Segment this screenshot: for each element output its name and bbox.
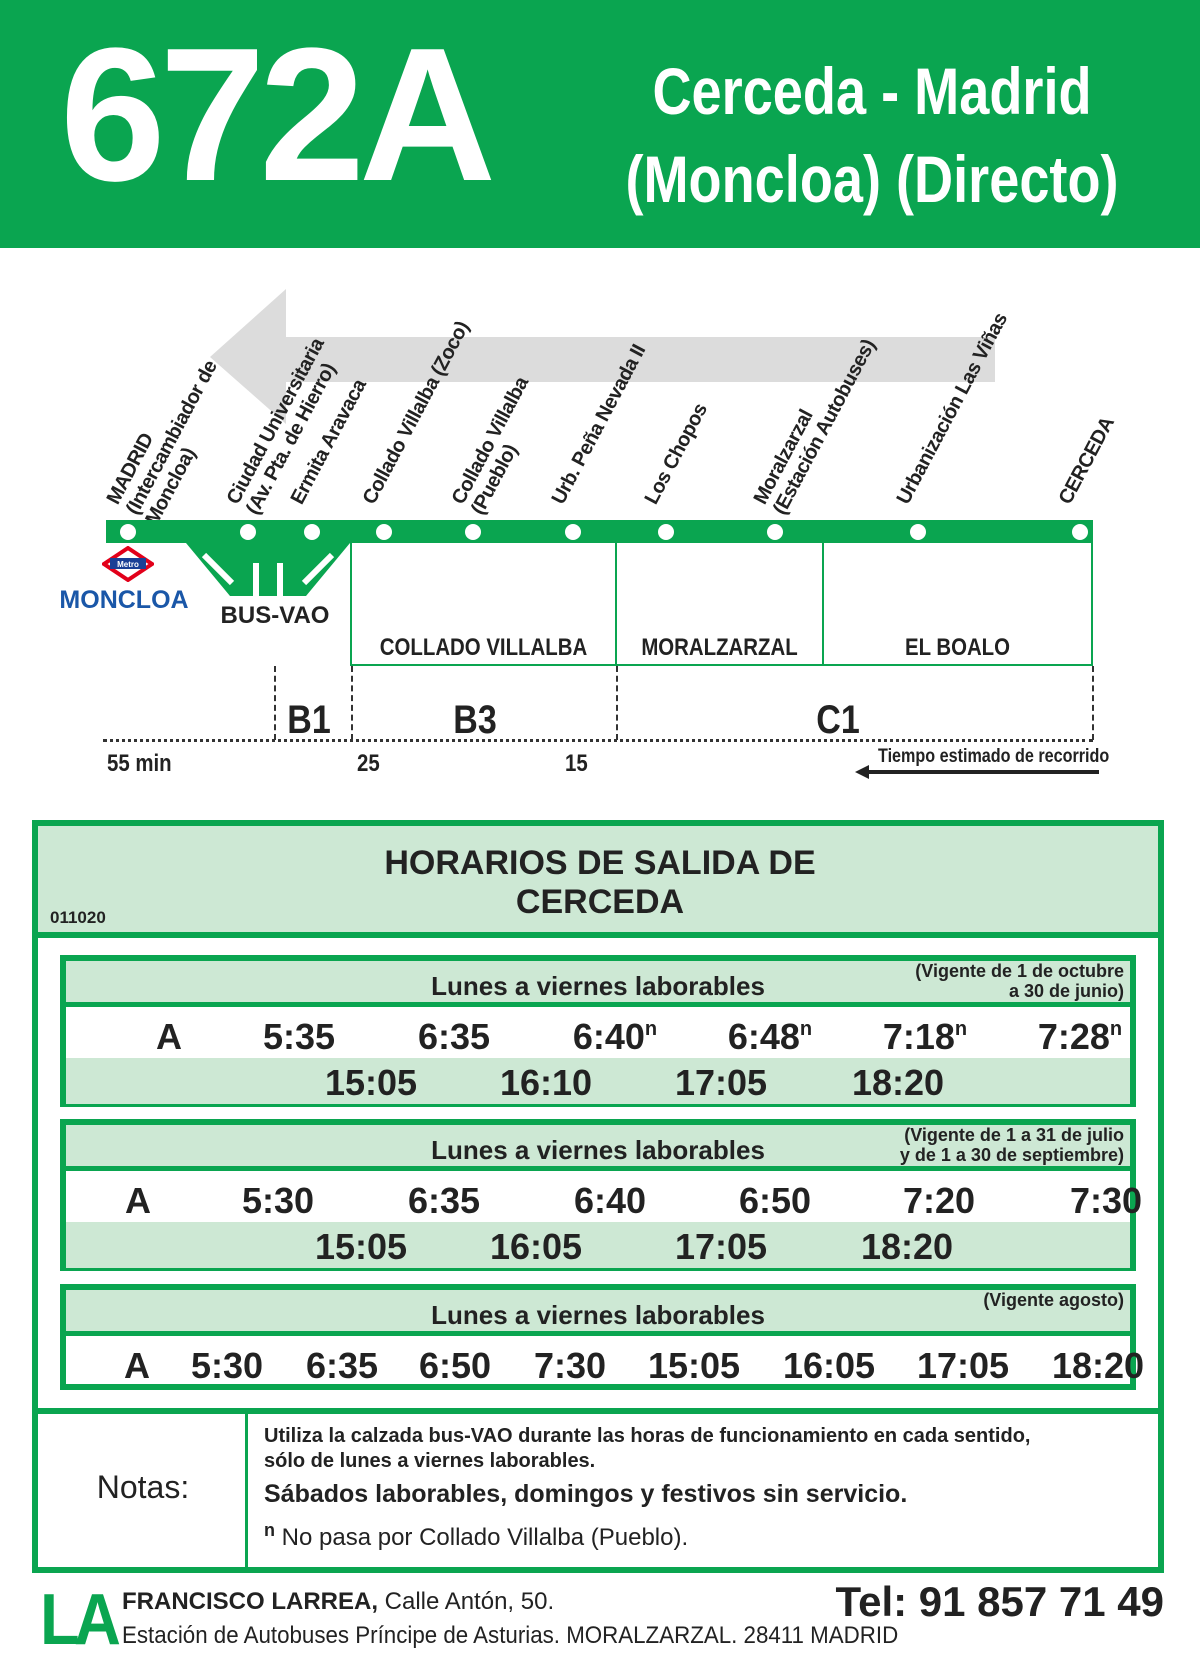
- route-number: 672A: [60, 9, 496, 221]
- metro-logo-icon: Metro: [102, 546, 154, 582]
- departure-time: 15:05: [314, 1226, 408, 1267]
- route-header: 672A Cerceda - Madrid (Moncloa) (Directo…: [0, 0, 1200, 248]
- route-title-line2: (Moncloa) (Directo): [625, 142, 1119, 216]
- arrow-left-icon: [855, 765, 1099, 779]
- stop-marker: [304, 524, 320, 540]
- departure-time: 7:28n: [1037, 1016, 1123, 1057]
- section-header: Lunes a viernes laborables (Vigente de 1…: [66, 1125, 1130, 1171]
- svg-text:Metro: Metro: [117, 560, 139, 569]
- departure-time: 7:18n: [882, 1016, 968, 1057]
- departure-time: 5:30: [190, 1345, 264, 1386]
- schedule-title: HORARIOS DE SALIDA DE CERCEDA: [384, 844, 816, 921]
- service-letter: A: [125, 1180, 151, 1221]
- departure-time: 15:05: [324, 1062, 418, 1103]
- departure-time: 16:05: [782, 1345, 876, 1386]
- metro-station-label: MONCLOA: [59, 586, 189, 614]
- stop-marker: [120, 524, 136, 540]
- departure-time: 7:30: [1069, 1180, 1143, 1221]
- section-title: Lunes a viernes laborables: [431, 1300, 765, 1330]
- section-header: Lunes a viernes laborables (Vigente de 1…: [66, 961, 1130, 1007]
- departure-time: 17:05: [674, 1226, 768, 1267]
- fare-baseline: [103, 739, 1093, 742]
- departure-time: 6:48n: [727, 1016, 813, 1057]
- departure-time: 6:50: [418, 1345, 492, 1386]
- travel-time-villalba: 25: [357, 750, 380, 777]
- notes-footnote: n No pasa por Collado Villalba (Pueblo).: [264, 1520, 689, 1551]
- section-validity: (Vigente agosto): [983, 1290, 1124, 1310]
- fare-divider: [616, 666, 618, 740]
- phone-number[interactable]: Tel: 91 857 71 49: [836, 1578, 1164, 1626]
- zone-collado-villalba: COLLADO VILLALBA: [350, 543, 617, 666]
- times-row: A 5:30 6:35 6:40 6:50 7:20 7:30: [66, 1176, 1142, 1222]
- zone-el-boalo: EL BOALO: [822, 543, 1093, 666]
- notes-no-weekend-service: Sábados laborables, domingos y festivos …: [264, 1480, 908, 1508]
- departure-time: 16:10: [499, 1062, 593, 1103]
- departure-time: 6:35: [417, 1016, 491, 1057]
- fare-divider: [1092, 666, 1094, 740]
- notes-label: Notas:: [96, 1469, 190, 1505]
- stop-marker: [910, 524, 926, 540]
- times-row: 15:05 16:05 17:05 18:20: [66, 1222, 1130, 1268]
- company-address-line1: FRANCISCO LARREA, Calle Antón, 50.: [122, 1588, 555, 1615]
- notes-busvao: Utiliza la calzada bus-VAO durante las h…: [264, 1425, 1031, 1472]
- schedule-code: 011020: [50, 908, 106, 927]
- section-validity: (Vigente de 1 a 31 de julio y de 1 a 30 d…: [899, 1125, 1124, 1165]
- departure-time: 5:35: [262, 1016, 336, 1057]
- bus-vao-icon: [186, 543, 350, 599]
- section-validity: (Vigente de 1 de octubre a 30 de junio): [915, 961, 1124, 1001]
- company-logo: LA: [40, 1580, 121, 1660]
- departure-time: 16:05: [489, 1226, 583, 1267]
- zone-moralzarzal: MORALZARZAL: [615, 543, 824, 666]
- stop-marker: [767, 524, 783, 540]
- departure-time: 6:50: [738, 1180, 812, 1221]
- stop-marker: [465, 524, 481, 540]
- departure-time: 18:20: [851, 1062, 945, 1103]
- departure-time: 6:35: [305, 1345, 379, 1386]
- schedule-section: Lunes a viernes laborables (Vigente de 1…: [60, 1119, 1142, 1271]
- departure-time: 17:05: [916, 1345, 1010, 1386]
- company-address-line2: Estación de Autobuses Príncipe de Asturi…: [122, 1622, 899, 1649]
- stop-marker: [1072, 524, 1088, 540]
- stop-marker: [376, 524, 392, 540]
- stop-marker: [240, 524, 256, 540]
- service-letter: A: [156, 1016, 182, 1057]
- route-title-line1: Cerceda - Madrid: [652, 54, 1092, 128]
- departure-time: 6:40: [573, 1180, 647, 1221]
- departure-time: 5:30: [241, 1180, 315, 1221]
- schedule-header: HORARIOS DE SALIDA DE CERCEDA 011020: [38, 826, 1158, 938]
- fare-divider: [351, 666, 353, 740]
- times-row: A 5:30 6:35 6:50 7:30 15:05 16:05 17:05 18:20: [66, 1341, 1144, 1387]
- fare-zone-b1: B1: [287, 698, 331, 742]
- departure-time: 6:35: [407, 1180, 481, 1221]
- departure-time: 7:20: [902, 1180, 976, 1221]
- stop-marker: [658, 524, 674, 540]
- departure-time: 6:40n: [572, 1016, 658, 1057]
- times-row: 15:05 16:10 17:05 18:20: [66, 1058, 1130, 1104]
- departure-time: 18:20: [860, 1226, 954, 1267]
- times-row: A 5:35 6:35 6:40n 6:48n 7:18n 7:28n: [66, 1012, 1130, 1058]
- travel-time-madrid: 55 min: [107, 750, 172, 777]
- stop-marker: [565, 524, 581, 540]
- schedule-section: Lunes a viernes laborables (Vigente agos…: [60, 1284, 1144, 1390]
- bus-vao-label: BUS-VAO: [220, 602, 330, 629]
- travel-time-pena-nevada: 15: [565, 750, 588, 777]
- fare-zone-b3: B3: [453, 698, 497, 742]
- fare-divider: [274, 666, 276, 740]
- section-title: Lunes a viernes laborables: [431, 1135, 765, 1165]
- departure-time: 7:30: [533, 1345, 607, 1386]
- schedule-section: Lunes a viernes laborables (Vigente de 1…: [60, 955, 1136, 1107]
- schedule-panel: HORARIOS DE SALIDA DE CERCEDA 011020 Lune…: [32, 820, 1164, 1573]
- departure-time: 17:05: [674, 1062, 768, 1103]
- service-letter: A: [124, 1345, 150, 1386]
- fare-zone-c1: C1: [816, 698, 860, 742]
- departure-time: 15:05: [647, 1345, 741, 1386]
- departure-time: 18:20: [1051, 1345, 1145, 1386]
- notes-section: Notas: Utiliza la calzada bus-VAO durant…: [38, 1408, 1158, 1567]
- section-title: Lunes a viernes laborables: [431, 971, 765, 1001]
- section-header: Lunes a viernes laborables (Vigente agos…: [66, 1290, 1130, 1336]
